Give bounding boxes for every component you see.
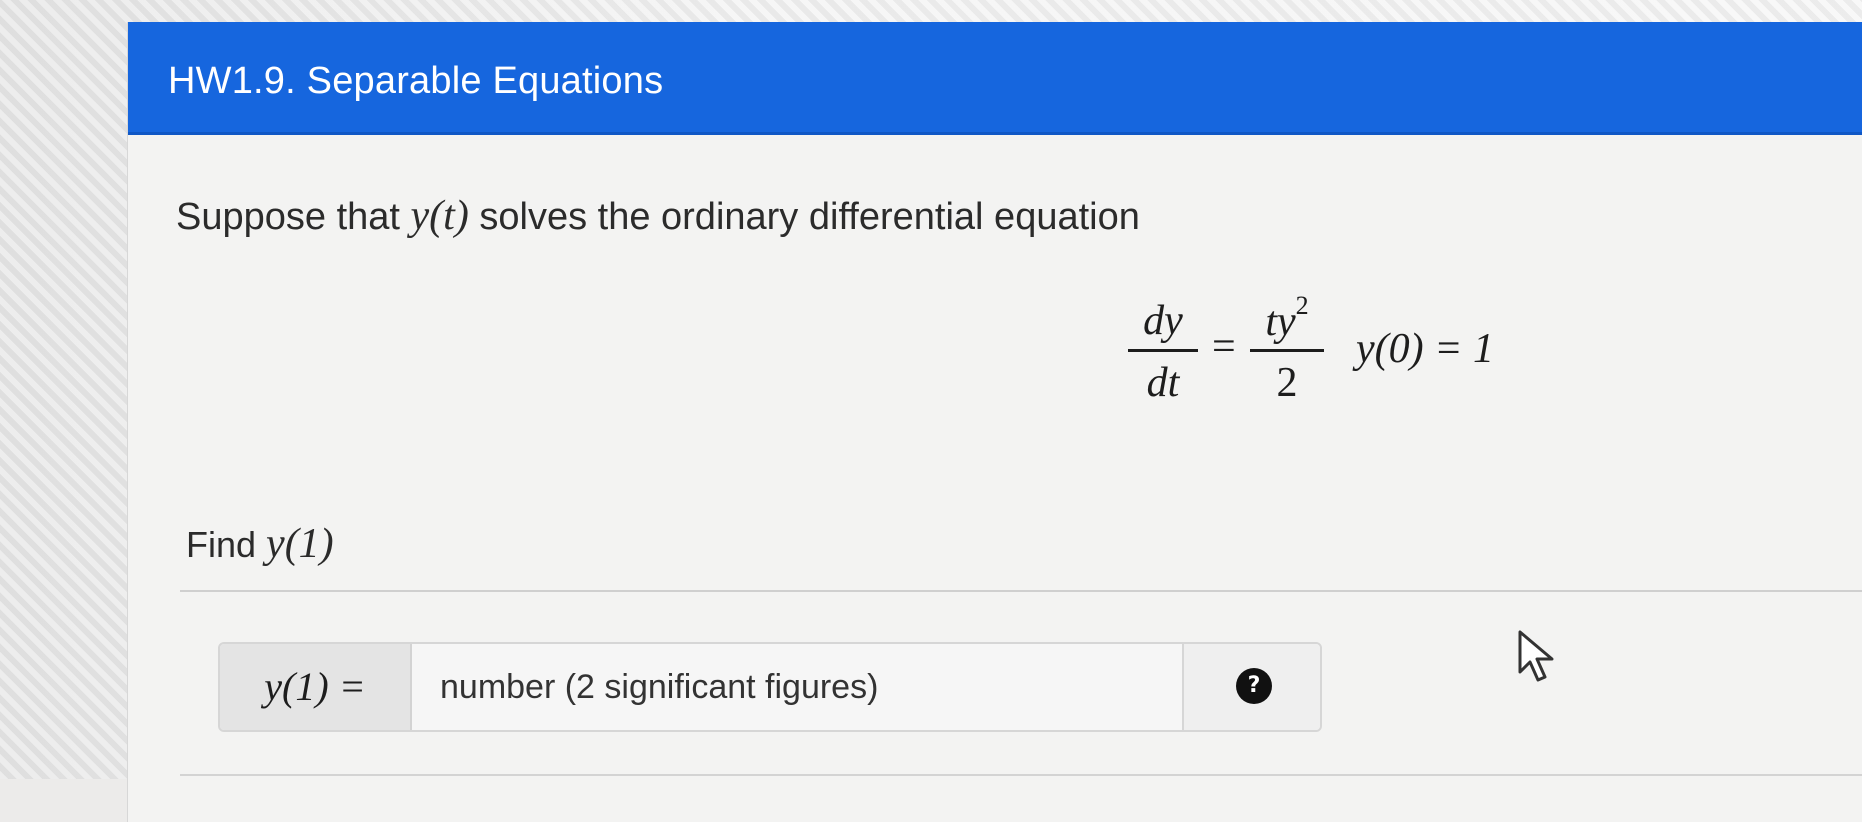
mouse-pointer-icon — [1518, 630, 1554, 682]
help-cell: ? — [1182, 644, 1320, 730]
rhs-fraction-bar — [1250, 349, 1324, 352]
answer-row: y(1) = ? — [218, 642, 1322, 732]
question-intro: Suppose that y(t) solves the ordinary di… — [176, 192, 1140, 240]
intro-suffix: solves the ordinary differential equatio… — [468, 196, 1140, 238]
lhs-numerator: dy — [1143, 298, 1183, 344]
question-header: HW1.9. Separable Equations — [128, 22, 1862, 135]
question-card: HW1.9. Separable Equations Suppose that … — [128, 22, 1862, 822]
lhs-denominator: dt — [1146, 360, 1180, 406]
rhs-numerator: ty2 — [1250, 291, 1324, 346]
find-prefix: Find — [186, 524, 267, 565]
help-icon[interactable]: ? — [1236, 668, 1272, 704]
answer-input[interactable] — [412, 644, 1182, 730]
question-title: HW1.9. Separable Equations — [168, 60, 664, 102]
rhs-denominator: 2 — [1276, 360, 1298, 406]
rhs-numerator-base: ty — [1265, 299, 1296, 345]
intro-prefix: Suppose that — [176, 196, 411, 238]
section-divider — [180, 590, 1862, 592]
equals-sign: = — [1212, 324, 1236, 370]
intro-variable: y(t) — [410, 193, 469, 239]
answer-label: y(1) = — [220, 644, 412, 730]
rhs-exponent: 2 — [1295, 291, 1309, 320]
find-variable: y(1) — [266, 521, 334, 567]
find-prompt: Find y(1) — [186, 520, 334, 568]
lhs-fraction-bar — [1128, 349, 1198, 352]
initial-condition: y(0) = 1 — [1356, 326, 1494, 372]
bottom-divider — [180, 774, 1862, 776]
